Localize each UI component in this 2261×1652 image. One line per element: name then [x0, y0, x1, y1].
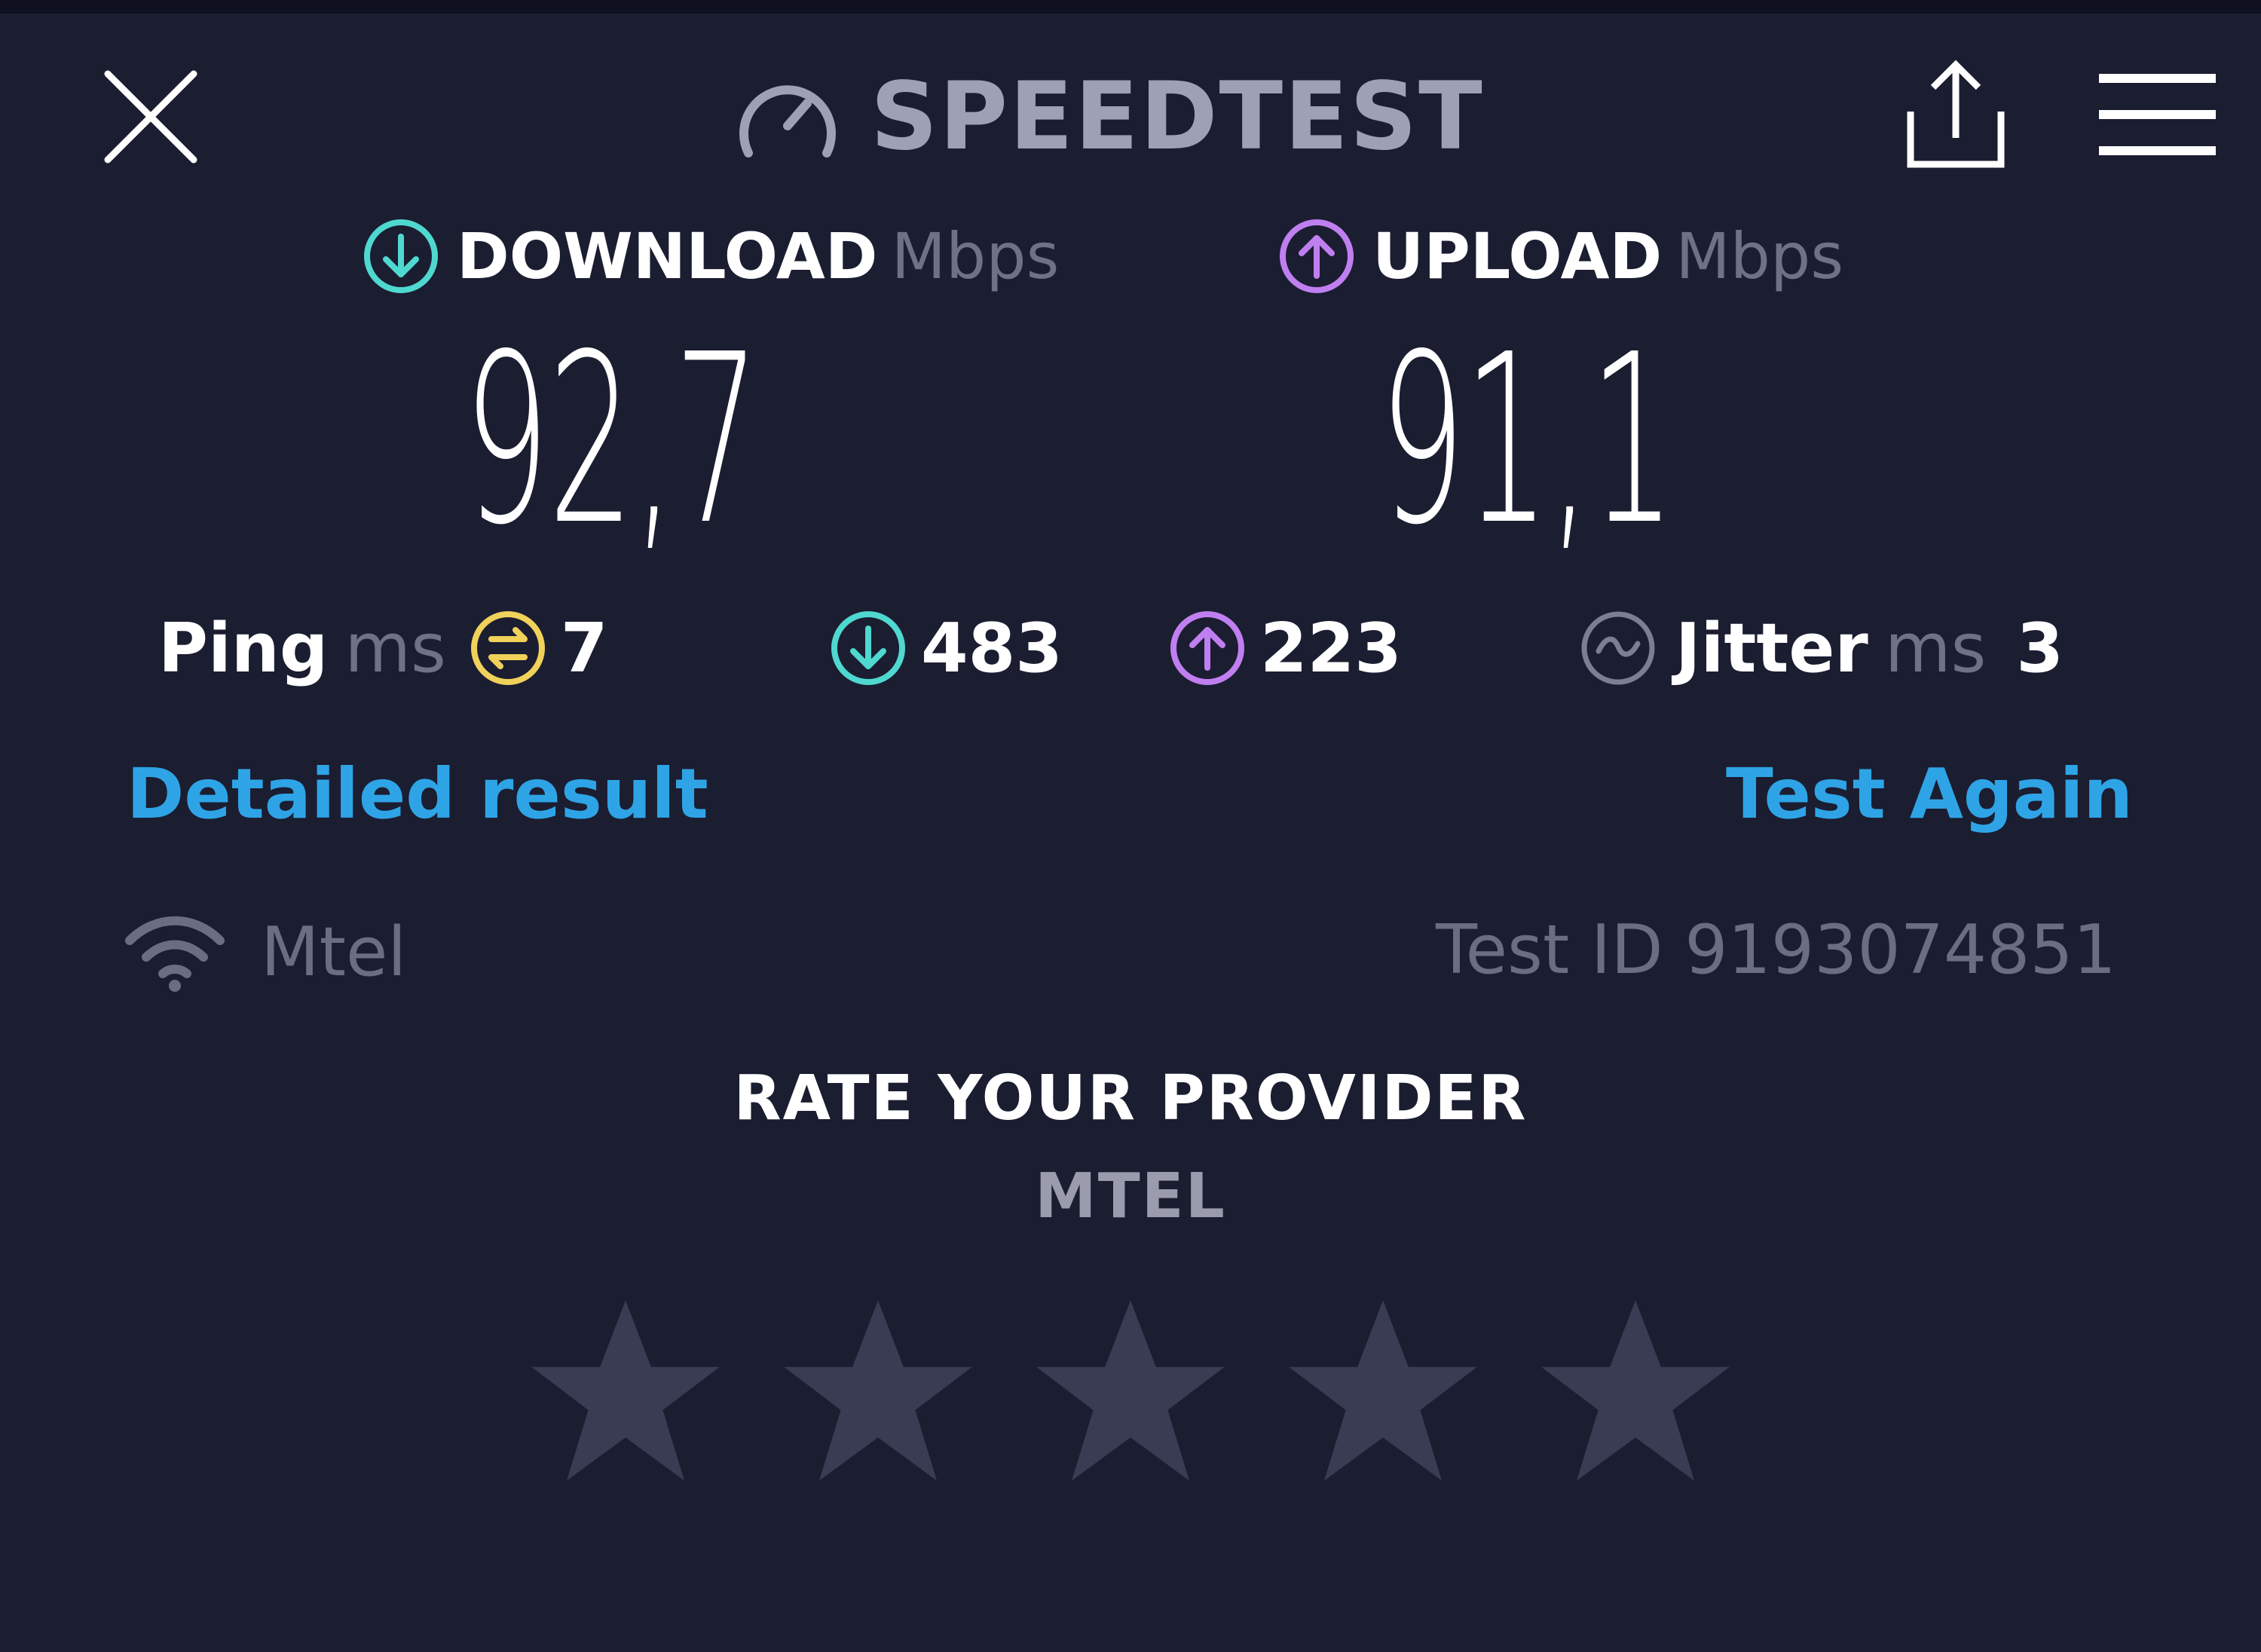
ping-stat: Ping ms 7: [158, 603, 608, 693]
test-id: Test ID 9193074851: [1436, 910, 2116, 990]
wifi-icon: [125, 916, 225, 992]
detailed-result-link[interactable]: Detailed result: [127, 754, 708, 834]
hamburger-menu-icon[interactable]: [2099, 74, 2216, 157]
upload-latency-icon: [1170, 611, 1244, 685]
jitter-stat: Jitter ms 3: [1579, 603, 2064, 693]
close-icon[interactable]: [102, 68, 200, 166]
share-icon[interactable]: [1903, 59, 2009, 172]
upload-latency-value: 223: [1260, 608, 1402, 688]
download-arrow-icon: [364, 219, 438, 293]
connection-info: Mtel: [122, 910, 406, 993]
download-speed-value: 92,7: [464, 304, 760, 577]
star-rating: [528, 1293, 1733, 1488]
ping-value: 7: [560, 608, 608, 688]
download-latency-icon: [831, 611, 905, 685]
rate-provider-title: RATE YOUR PROVIDER: [733, 1063, 1528, 1134]
rate-provider-name: MTEL: [1035, 1161, 1226, 1232]
star-1-icon[interactable]: [528, 1293, 724, 1488]
jitter-unit: ms: [1884, 608, 1987, 688]
download-label: DOWNLOAD: [457, 219, 878, 293]
download-latency-value: 483: [921, 608, 1063, 688]
jitter-wave-icon: [1581, 611, 1655, 685]
upload-unit: Mbps: [1675, 219, 1844, 293]
ping-unit: ms: [344, 608, 446, 688]
download-unit: Mbps: [891, 219, 1060, 293]
test-id-row: Test ID 9193074851: [1436, 910, 2116, 990]
jitter-label: Jitter: [1675, 608, 1868, 688]
ping-icon: [470, 611, 545, 685]
brand-title: SPEEDTEST: [870, 63, 1484, 171]
upload-speed-value: 91,1: [1379, 304, 1675, 577]
upload-arrow-icon: [1280, 219, 1354, 293]
speedometer-icon: [739, 85, 836, 158]
test-again-button[interactable]: Test Again: [1726, 754, 2133, 834]
brand-logo: SPEEDTEST: [735, 60, 1504, 173]
download-header: DOWNLOAD Mbps: [362, 207, 1059, 305]
upload-latency-stat: 223: [1168, 603, 1402, 693]
status-bar: [0, 0, 2261, 14]
jitter-value: 3: [2016, 608, 2064, 688]
star-2-icon[interactable]: [780, 1293, 976, 1488]
upload-header: UPLOAD Mbps: [1277, 207, 1843, 305]
star-4-icon[interactable]: [1285, 1293, 1481, 1488]
star-3-icon[interactable]: [1033, 1293, 1228, 1488]
upload-label: UPLOAD: [1372, 219, 1663, 293]
star-5-icon[interactable]: [1537, 1293, 1733, 1488]
download-latency-stat: 483: [829, 603, 1063, 693]
provider-name: Mtel: [261, 912, 407, 992]
ping-label: Ping: [158, 608, 329, 688]
